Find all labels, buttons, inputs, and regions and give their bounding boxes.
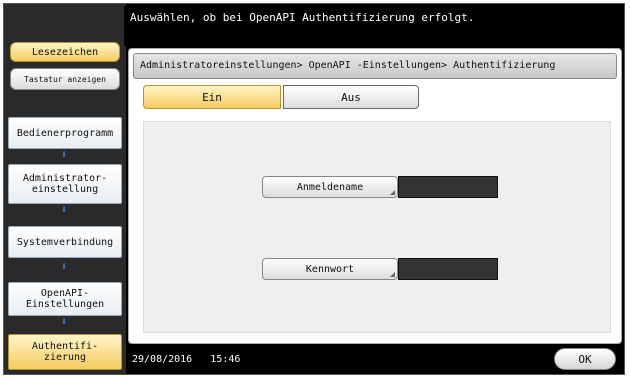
arrow-down-icon: ⬇	[60, 203, 68, 216]
password-value-field	[398, 258, 498, 280]
nav-item-administratoreinstellung[interactable]: Administrator- einstellung	[8, 164, 122, 204]
breadcrumb: Administratoreinstellungen> OpenAPI -Ein…	[133, 53, 617, 79]
nav-item-bedienerprogramm[interactable]: Bedienerprogramm	[8, 117, 122, 149]
toggle-aus-button[interactable]: Aus	[283, 85, 419, 109]
instruction-message: Auswählen, ob bei OpenAPI Authentifizier…	[124, 6, 622, 46]
keyboard-button[interactable]: Tastatur anzeigen	[10, 68, 120, 90]
footer-bar: 29/08/2016 15:46 OK	[128, 346, 622, 374]
arrow-down-icon: ⬇	[60, 148, 68, 161]
username-value-field	[398, 176, 498, 198]
arrow-down-icon: ⬇	[60, 315, 68, 328]
nav-item-authentifizierung[interactable]: Authentifi- zierung	[8, 334, 122, 370]
corner-indicator-icon	[390, 272, 395, 277]
password-button[interactable]: Kennwort	[262, 258, 398, 280]
date-text: 29/08/2016	[132, 354, 193, 365]
settings-area: Anmeldename Kennwort	[143, 121, 611, 333]
main-panel: Administratoreinstellungen> OpenAPI -Ein…	[128, 48, 622, 344]
bookmark-button[interactable]: Lesezeichen	[10, 42, 120, 62]
nav-item-systemverbindung[interactable]: Systemverbindung	[8, 226, 122, 258]
nav-item-openapi-einstellungen[interactable]: OpenAPI- Einstellungen	[8, 282, 122, 316]
left-panel: Lesezeichen Tastatur anzeigen Bedienerpr…	[4, 4, 126, 374]
username-button[interactable]: Anmeldename	[262, 176, 398, 198]
arrow-down-icon: ⬇	[60, 260, 68, 273]
username-label: Anmeldename	[296, 181, 364, 193]
corner-indicator-icon	[390, 190, 395, 195]
time-text: 15:46	[210, 354, 241, 365]
date-time: 29/08/2016 15:46	[132, 354, 240, 365]
ok-button[interactable]: OK	[554, 348, 616, 370]
device-screen: Lesezeichen Tastatur anzeigen Bedienerpr…	[3, 3, 625, 375]
password-label: Kennwort	[305, 263, 355, 275]
toggle-ein-button[interactable]: Ein	[143, 85, 281, 109]
